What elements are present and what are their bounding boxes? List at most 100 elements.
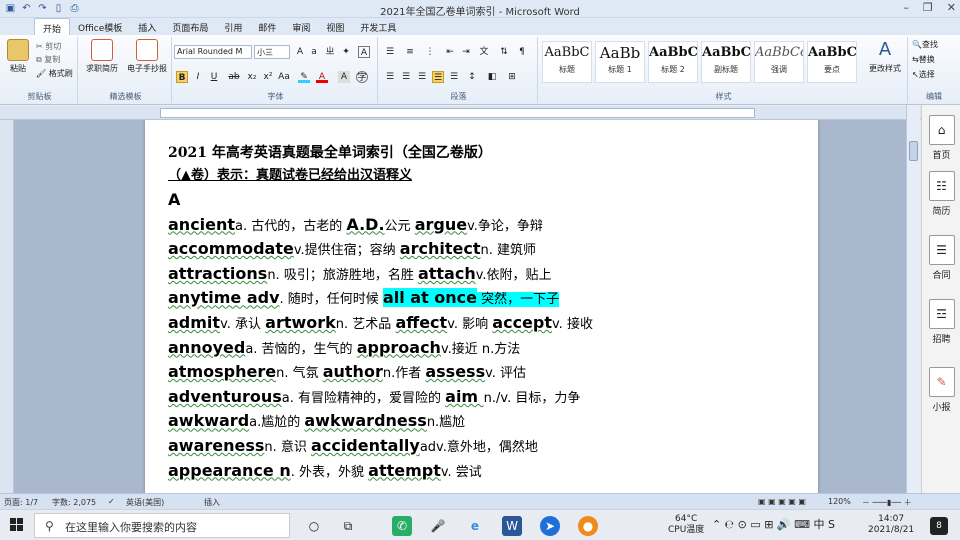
start-windows-icon[interactable] <box>10 518 24 532</box>
tab-developer[interactable]: 开发工具 <box>352 18 404 35</box>
distribute-icon[interactable]: ☰ <box>448 71 460 83</box>
english-word: author <box>322 362 383 382</box>
italic-icon[interactable]: I <box>192 71 204 83</box>
notification-icon[interactable]: 8 <box>930 517 948 535</box>
vertical-scrollbar[interactable] <box>906 105 920 493</box>
handout-template-button[interactable]: 电子手抄报 <box>124 39 170 74</box>
change-case-icon[interactable]: Aa <box>278 71 290 83</box>
find-button[interactable]: 🔍查找 <box>912 39 938 50</box>
feishu-icon[interactable]: ➤ <box>540 516 560 536</box>
style-strong[interactable]: AaBbC 要点 <box>807 41 857 83</box>
document-page[interactable]: 2021 年高考英语真题最全单词索引（全国乙卷版） （▲卷）表示：真题试卷已经给… <box>145 120 818 493</box>
sort-icon[interactable]: ⇅ <box>498 46 510 58</box>
subscript-icon[interactable]: x₂ <box>246 71 258 83</box>
bold-icon[interactable]: B <box>176 71 188 83</box>
spell-check-icon[interactable]: ✓ <box>108 497 115 506</box>
side-item-newsletter[interactable]: ✎ 小报 <box>922 367 960 413</box>
enclose-char-icon[interactable]: 字 <box>356 71 368 83</box>
shrink-font-icon[interactable]: a <box>308 46 320 58</box>
language[interactable]: 英语(美国) <box>126 497 164 508</box>
side-item-contract[interactable]: ☰ 合同 <box>922 235 960 281</box>
decrease-indent-icon[interactable]: ⇤ <box>444 46 456 58</box>
tab-review[interactable]: 审阅 <box>284 18 318 35</box>
tab-references[interactable]: 引用 <box>216 18 250 35</box>
justify-icon[interactable]: ☰ <box>432 71 444 83</box>
font-name-field[interactable]: Arial Rounded M <box>174 45 252 59</box>
tab-home[interactable]: 开始 <box>34 18 71 35</box>
font-color-icon[interactable]: A <box>316 71 328 83</box>
style-emphasis[interactable]: AaBbCc 强调 <box>754 41 804 83</box>
tab-mailings[interactable]: 邮件 <box>250 18 284 35</box>
style-subtitle[interactable]: AaBbC 副标题 <box>701 41 751 83</box>
change-styles-button[interactable]: A 更改样式 <box>864 39 906 74</box>
definition: n. 艺术品 <box>335 316 396 332</box>
paste-button[interactable]: 粘贴 <box>5 39 31 74</box>
close-icon[interactable]: ✕ <box>947 1 956 14</box>
line-spacing-icon[interactable]: ↕ <box>466 71 478 83</box>
align-right-icon[interactable]: ☰ <box>416 71 428 83</box>
horizontal-ruler[interactable] <box>0 106 960 120</box>
paste-icon <box>7 39 29 61</box>
cpu-temp[interactable]: 64°C CPU温度 <box>668 514 704 536</box>
clock[interactable]: 14:07 2021/8/21 <box>868 514 914 536</box>
tab-view[interactable]: 视图 <box>318 18 352 35</box>
word-count[interactable]: 字数: 2,075 <box>52 497 96 508</box>
tab-insert[interactable]: 插入 <box>130 18 164 35</box>
shading-icon[interactable]: ◧ <box>486 71 498 83</box>
bullets-icon[interactable]: ☰ <box>384 46 396 58</box>
vertical-ruler[interactable] <box>0 120 14 493</box>
align-left-icon[interactable]: ☰ <box>384 71 396 83</box>
grow-font-icon[interactable]: A <box>294 46 306 58</box>
minimize-icon[interactable]: – <box>903 1 909 14</box>
font-size-field[interactable]: 小三 <box>254 45 290 59</box>
side-item-resume[interactable]: ☷ 简历 <box>922 171 960 217</box>
select-button[interactable]: ↖选择 <box>912 69 935 80</box>
wechat-icon[interactable]: ✆ <box>392 516 412 536</box>
copy-button[interactable]: ⧉ 复制 <box>36 54 60 65</box>
highlight-icon[interactable]: ✎ <box>298 71 310 83</box>
cortana-icon[interactable]: ○ <box>304 516 324 536</box>
borders-icon[interactable]: ⊞ <box>506 71 518 83</box>
definition: a. 苦恼的，生气的 <box>245 341 357 357</box>
tab-page-layout[interactable]: 页面布局 <box>164 18 216 35</box>
insert-mode[interactable]: 插入 <box>204 497 220 508</box>
replace-button[interactable]: ⇆替换 <box>912 54 935 65</box>
cut-button[interactable]: ✂ 剪切 <box>36 41 61 52</box>
numbering-icon[interactable]: ≡ <box>404 46 416 58</box>
zoom-slider[interactable]: － ───▮── ＋ <box>862 497 912 508</box>
side-item-recruit[interactable]: ☲ 招聘 <box>922 299 960 345</box>
style-title[interactable]: AaBbC 标题 <box>542 41 592 83</box>
recorder-icon[interactable]: ● <box>578 516 598 536</box>
view-buttons[interactable]: ▣ ▣ ▣ ▣ ▣ <box>758 497 806 506</box>
page-count[interactable]: 页面: 1/7 <box>4 497 38 508</box>
underline-icon[interactable]: U <box>208 71 220 83</box>
taskbar-search[interactable]: ⚲ 在这里输入你要搜索的内容 <box>34 513 290 538</box>
zoom-level[interactable]: 120% <box>828 497 851 506</box>
phonetic-guide-icon[interactable]: ㄓ <box>324 46 336 58</box>
ie-browser-icon[interactable]: e <box>465 516 485 536</box>
format-painter-button[interactable]: 🖌 格式刷 <box>36 68 73 79</box>
chinese-layout-icon[interactable]: 文 <box>478 46 490 58</box>
align-center-icon[interactable]: ☰ <box>400 71 412 83</box>
restore-icon[interactable]: ❐ <box>923 1 933 14</box>
char-border-icon[interactable]: A <box>358 46 370 58</box>
style-heading-2[interactable]: AaBbC 标题 2 <box>648 41 698 83</box>
task-view-icon[interactable]: ⧉ <box>338 516 358 536</box>
multilevel-list-icon[interactable]: ⋮ <box>424 46 436 58</box>
style-heading-1[interactable]: AaBb 标题 1 <box>595 41 645 83</box>
superscript-icon[interactable]: x² <box>262 71 274 83</box>
side-item-home[interactable]: ⌂ 首页 <box>922 115 960 161</box>
word-icon[interactable]: W <box>502 516 522 536</box>
vocab-list: ancienta. 古代的，古老的 A.D.公元 arguev.争论，争辩 acc… <box>168 213 808 484</box>
strikethrough-icon[interactable]: ab <box>228 71 240 83</box>
tray-icons[interactable]: ⌃ ℮ ⊙ ▭ ⊞ 🔊 ⌨ 中 S <box>712 519 835 530</box>
resume-template-button[interactable]: 求职简历 <box>82 39 122 74</box>
show-marks-icon[interactable]: ¶ <box>516 46 528 58</box>
increase-indent-icon[interactable]: ⇥ <box>460 46 472 58</box>
clear-format-icon[interactable]: ✦ <box>340 46 352 58</box>
search-icon: ⚲ <box>45 519 54 533</box>
microphone-icon[interactable]: 🎤 <box>428 516 448 536</box>
scroll-thumb[interactable] <box>909 141 918 161</box>
tab-office-templates[interactable]: Office模板 <box>70 18 130 35</box>
char-shading-icon[interactable]: A <box>338 71 350 83</box>
